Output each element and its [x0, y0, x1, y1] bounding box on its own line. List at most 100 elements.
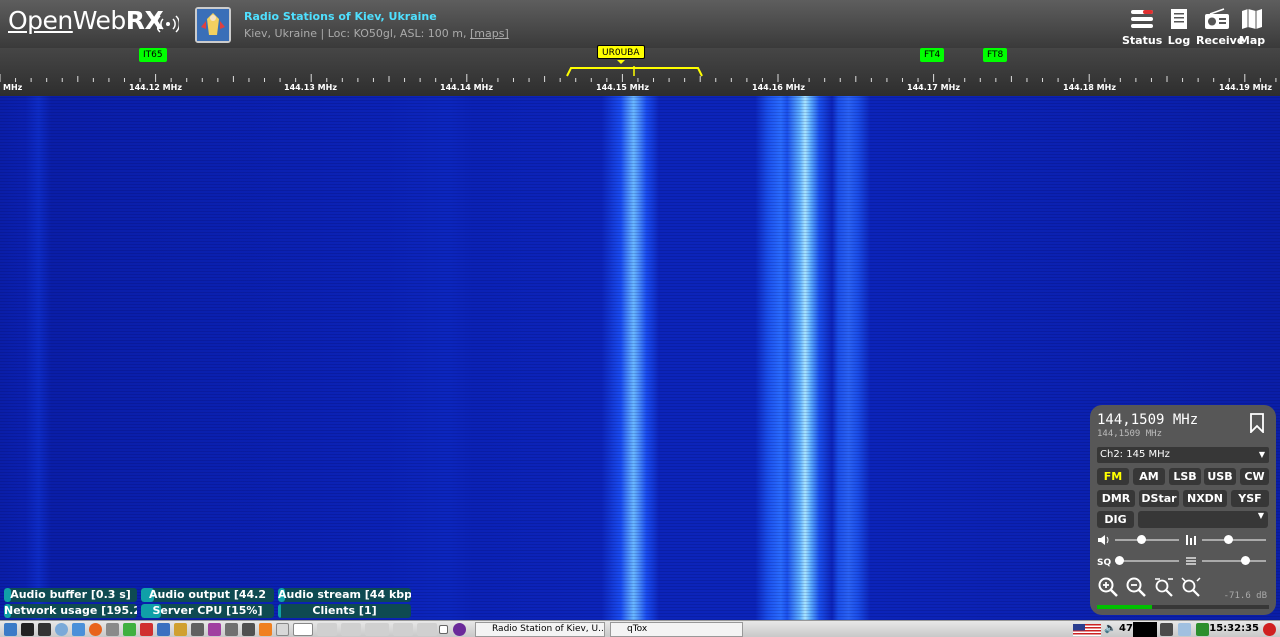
chevron-down-icon: ▼ — [1258, 450, 1265, 459]
scale-label: 144.13 MHz — [284, 83, 337, 92]
log-icon — [1171, 9, 1187, 29]
receiver-avatar[interactable] — [195, 7, 231, 43]
waterfall-display[interactable] — [0, 96, 1280, 620]
receiver-panel: 144,1509 MHz 144,1509 MHz Ch2: 145 MHz ▼… — [1090, 405, 1276, 615]
cpu-monitor[interactable] — [1133, 622, 1157, 637]
vlc-icon[interactable] — [259, 623, 272, 636]
pen-icon[interactable] — [1178, 623, 1191, 636]
noise-reduction-slider-knob[interactable] — [1224, 535, 1233, 544]
zoom-out-icon[interactable] — [1125, 576, 1147, 598]
workspace-4[interactable] — [365, 623, 389, 636]
filter-slider-knob[interactable] — [1240, 556, 1250, 565]
status-icon — [1131, 10, 1153, 28]
log-button[interactable]: Log — [1166, 8, 1192, 47]
mode-am-button[interactable]: AM — [1133, 468, 1165, 485]
editor-icon[interactable] — [140, 623, 153, 636]
status-button[interactable]: Status — [1122, 8, 1162, 47]
digital-mode-select[interactable]: ▼ — [1138, 511, 1268, 528]
mode-cw-button[interactable]: CW — [1240, 468, 1269, 485]
map-icon — [1242, 9, 1262, 29]
scale-label: 144.19 MHz — [1219, 83, 1272, 92]
us-flag-icon[interactable] — [1073, 624, 1101, 636]
scale-label: MHz — [3, 83, 23, 92]
camera-icon[interactable] — [242, 623, 255, 636]
power-icon[interactable] — [1263, 623, 1276, 636]
scale-label: 144.15 MHz — [596, 83, 649, 92]
keyboard-icon[interactable] — [191, 623, 204, 636]
document-icon[interactable] — [157, 623, 170, 636]
workspace-1[interactable] — [293, 623, 313, 636]
chevron-down-icon: ▼ — [1257, 511, 1264, 520]
zoom-in-icon[interactable] — [1097, 576, 1119, 598]
receive-button[interactable]: Receive — [1196, 8, 1244, 47]
volume-slider-knob[interactable] — [1137, 535, 1146, 544]
radio-icon — [1205, 8, 1229, 29]
frequency-offset: 144,1509 MHz — [1097, 429, 1163, 439]
puzzle-icon[interactable] — [174, 623, 187, 636]
files-icon[interactable] — [106, 623, 119, 636]
mode-fm-button[interactable]: FM — [1097, 468, 1129, 485]
workspace-2[interactable] — [317, 623, 337, 636]
map-button[interactable]: Map — [1238, 8, 1266, 47]
firefox-icon[interactable] — [89, 623, 102, 636]
workspace-3[interactable] — [341, 623, 361, 636]
mode-dmr-button[interactable]: DMR — [1097, 490, 1135, 507]
app-icon[interactable] — [123, 623, 136, 636]
mode-dig-button[interactable]: DIG — [1097, 511, 1134, 528]
start-menu-icon[interactable] — [4, 623, 17, 636]
audio-stream-status: Audio stream [44 kbps] — [278, 588, 411, 602]
mode-lsb-button[interactable]: LSB — [1169, 468, 1201, 485]
tor-icon[interactable] — [453, 623, 466, 636]
mode-ysf-button[interactable]: YSF — [1231, 490, 1269, 507]
clients-status: Clients [1] — [278, 604, 411, 618]
network-icon[interactable] — [72, 623, 85, 636]
library-icon[interactable] — [208, 623, 221, 636]
scale-label: 144.12 MHz — [129, 83, 182, 92]
scale-label: 144.14 MHz — [440, 83, 493, 92]
task-qtox[interactable]: qTox — [610, 622, 743, 637]
openwebrx-logo[interactable]: OpenWebRX — [8, 6, 164, 35]
desktop-taskbar: Radio Station of Kiev, U... qTox 🔈 47 15… — [0, 620, 1280, 637]
zoom-full-in-icon[interactable] — [1153, 576, 1175, 598]
smeter-fill — [1097, 605, 1153, 609]
top-bar: OpenWebRX Radio Stations of Kiev, Ukrain… — [0, 0, 1280, 48]
noise-reduction-icon — [1186, 535, 1196, 545]
maps-link[interactable]: [maps] — [470, 27, 509, 40]
workspace-5[interactable] — [393, 623, 413, 636]
audio-output-status: Audio output [44.2 — [141, 588, 274, 602]
frequency-scale[interactable]: IT65 UR0UBA FT4 FT8 MHz 144.12 MHz 144.1… — [0, 45, 1280, 96]
mode-usb-button[interactable]: USB — [1204, 468, 1236, 485]
bookmark-icon[interactable] — [1248, 413, 1266, 433]
network-monitor-icon[interactable] — [1160, 623, 1173, 636]
clock: 15:32:35 — [1209, 623, 1259, 634]
desktop-icon[interactable] — [21, 623, 34, 636]
globe-icon[interactable] — [55, 623, 68, 636]
printer-icon[interactable] — [225, 623, 238, 636]
mode-nxdn-button[interactable]: NXDN — [1183, 490, 1227, 507]
lock-icon[interactable] — [1196, 623, 1209, 636]
squelch-slider[interactable] — [1115, 554, 1179, 568]
squelch-slider-knob[interactable] — [1115, 556, 1124, 565]
scale-label: 144.18 MHz — [1063, 83, 1116, 92]
zoom-full-out-icon[interactable] — [1180, 576, 1202, 598]
workspace-6[interactable] — [417, 623, 437, 636]
network-usage-status: Network usage [195.2 — [4, 604, 137, 618]
filter-slider[interactable] — [1202, 554, 1266, 568]
mode-dstar-button[interactable]: DStar — [1139, 490, 1179, 507]
coat-of-arms-icon — [197, 9, 229, 41]
terminal-icon[interactable] — [38, 623, 51, 636]
task-openwebrx[interactable]: Radio Station of Kiev, U... — [475, 622, 605, 637]
channel-select[interactable]: Ch2: 145 MHz ▼ — [1097, 447, 1269, 463]
receiver-title: Radio Stations of Kiev, Ukraine — [244, 10, 437, 23]
filter-icon — [1186, 557, 1196, 565]
svg-text:SQ: SQ — [1097, 558, 1111, 567]
volume-icon — [1098, 535, 1109, 545]
volume-icon[interactable]: 🔈 — [1104, 623, 1116, 634]
noise-reduction-slider[interactable] — [1202, 533, 1266, 547]
square-icon[interactable] — [439, 625, 448, 634]
window-icon[interactable] — [276, 623, 289, 636]
volume-slider[interactable] — [1115, 533, 1179, 547]
frequency-display[interactable]: 144,1509 MHz — [1097, 412, 1198, 428]
volume-level: 47 — [1119, 623, 1133, 634]
smeter-bar — [1097, 605, 1269, 609]
